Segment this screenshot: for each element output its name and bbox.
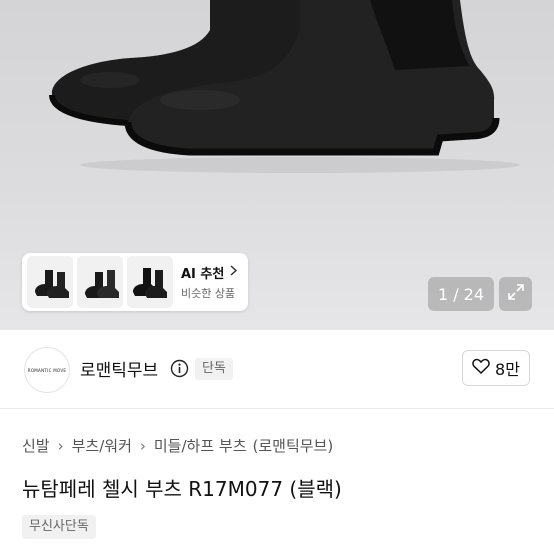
thumbnail-3[interactable] bbox=[127, 256, 173, 308]
ai-recommendation-panel[interactable]: AI 추천 비슷한 상품 bbox=[22, 253, 249, 311]
ai-recommendation-title: AI 추천 bbox=[181, 267, 225, 282]
brand-name[interactable]: 로맨틱무브 bbox=[80, 356, 158, 381]
chevron-right-icon bbox=[230, 265, 238, 280]
breadcrumb-item-shoes[interactable]: 신발 bbox=[22, 435, 50, 456]
breadcrumb: 신발 › 부츠/워커 › 미들/하프 부츠 (로맨틱무브) bbox=[22, 435, 333, 456]
ai-recommendation-subtitle: 비슷한 상품 bbox=[181, 287, 236, 300]
info-icon[interactable] bbox=[170, 359, 189, 382]
ai-recommendation-text[interactable]: AI 추천 비슷한 상품 bbox=[181, 263, 238, 301]
heart-icon bbox=[472, 358, 490, 378]
divider bbox=[0, 408, 554, 409]
exclusive-badge: 단독 bbox=[195, 358, 233, 380]
breadcrumb-item-brand[interactable]: (로맨틱무브) bbox=[253, 435, 334, 456]
image-counter: 1 / 24 bbox=[428, 277, 494, 311]
breadcrumb-item-middle-boots[interactable]: 미들/하프 부츠 bbox=[154, 435, 247, 456]
thumbnail-2[interactable] bbox=[77, 256, 123, 308]
like-button[interactable]: 8만 bbox=[462, 350, 530, 386]
expand-button[interactable] bbox=[499, 277, 532, 311]
breadcrumb-item-boots[interactable]: 부츠/워커 bbox=[72, 435, 132, 456]
thumbnail-1[interactable] bbox=[27, 256, 73, 308]
chevron-right-icon: › bbox=[57, 436, 64, 455]
brand-logo-text: ROMANTIC MOVE bbox=[27, 367, 67, 373]
product-image-gallery[interactable]: AI 추천 비슷한 상품 1 / 24 bbox=[0, 0, 554, 330]
product-title: 뉴탐페레 첼시 부츠 R17M077 (블랙) bbox=[22, 477, 342, 501]
brand-row: ROMANTIC MOVE 로맨틱무브 단독 8만 bbox=[0, 330, 554, 408]
chevron-right-icon: › bbox=[139, 436, 146, 455]
expand-icon bbox=[507, 283, 525, 305]
exclusive-tag: 무신사단독 bbox=[22, 515, 96, 539]
like-count: 8만 bbox=[495, 360, 520, 379]
brand-logo[interactable]: ROMANTIC MOVE bbox=[24, 347, 70, 393]
